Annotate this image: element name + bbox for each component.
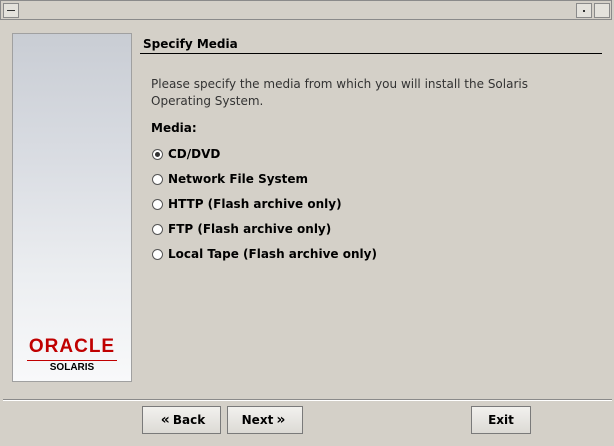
radio-label[interactable]: Local Tape (Flash archive only) — [168, 247, 377, 261]
radio-label[interactable]: FTP (Flash archive only) — [168, 222, 331, 236]
title-divider — [140, 53, 602, 54]
sidebar-banner: ORACLE SOLARIS — [12, 33, 132, 382]
radio-label[interactable]: Network File System — [168, 172, 308, 186]
radio-button-icon[interactable] — [152, 148, 163, 160]
radio-option-cd-dvd[interactable]: CD/DVD — [152, 146, 220, 162]
radio-label[interactable]: CD/DVD — [168, 147, 220, 161]
window-title-bar[interactable] — [0, 0, 612, 20]
radio-button-icon[interactable] — [152, 248, 163, 260]
oracle-logo: ORACLE — [13, 336, 131, 361]
double-chevron-left-icon: « — [160, 412, 170, 428]
radio-label[interactable]: HTTP (Flash archive only) — [168, 197, 342, 211]
exit-button-label: Exit — [488, 413, 514, 427]
next-button[interactable]: Next » — [227, 406, 303, 434]
double-chevron-right-icon: » — [276, 412, 286, 428]
media-label: Media: — [151, 121, 197, 135]
maximize-button[interactable] — [594, 3, 610, 18]
radio-button-icon[interactable] — [152, 223, 163, 235]
back-button-label: Back — [172, 413, 206, 427]
page-title: Specify Media — [143, 37, 238, 51]
back-button[interactable]: « Back — [142, 406, 221, 434]
window-menu-button[interactable] — [3, 3, 19, 18]
radio-option-local-tape[interactable]: Local Tape (Flash archive only) — [152, 246, 377, 262]
radio-button-icon[interactable] — [152, 173, 163, 185]
next-button-label: Next — [241, 413, 274, 427]
instructions-text: Please specify the media from which you … — [151, 77, 528, 108]
radio-option-ftp[interactable]: FTP (Flash archive only) — [152, 221, 331, 237]
footer-divider-highlight — [3, 400, 612, 401]
radio-option-http[interactable]: HTTP (Flash archive only) — [152, 196, 342, 212]
solaris-logo-text: SOLARIS — [49, 362, 95, 373]
radio-button-icon[interactable] — [152, 198, 163, 210]
exit-button[interactable]: Exit — [471, 406, 531, 434]
radio-option-nfs[interactable]: Network File System — [152, 171, 308, 187]
minimize-button[interactable] — [576, 3, 592, 18]
